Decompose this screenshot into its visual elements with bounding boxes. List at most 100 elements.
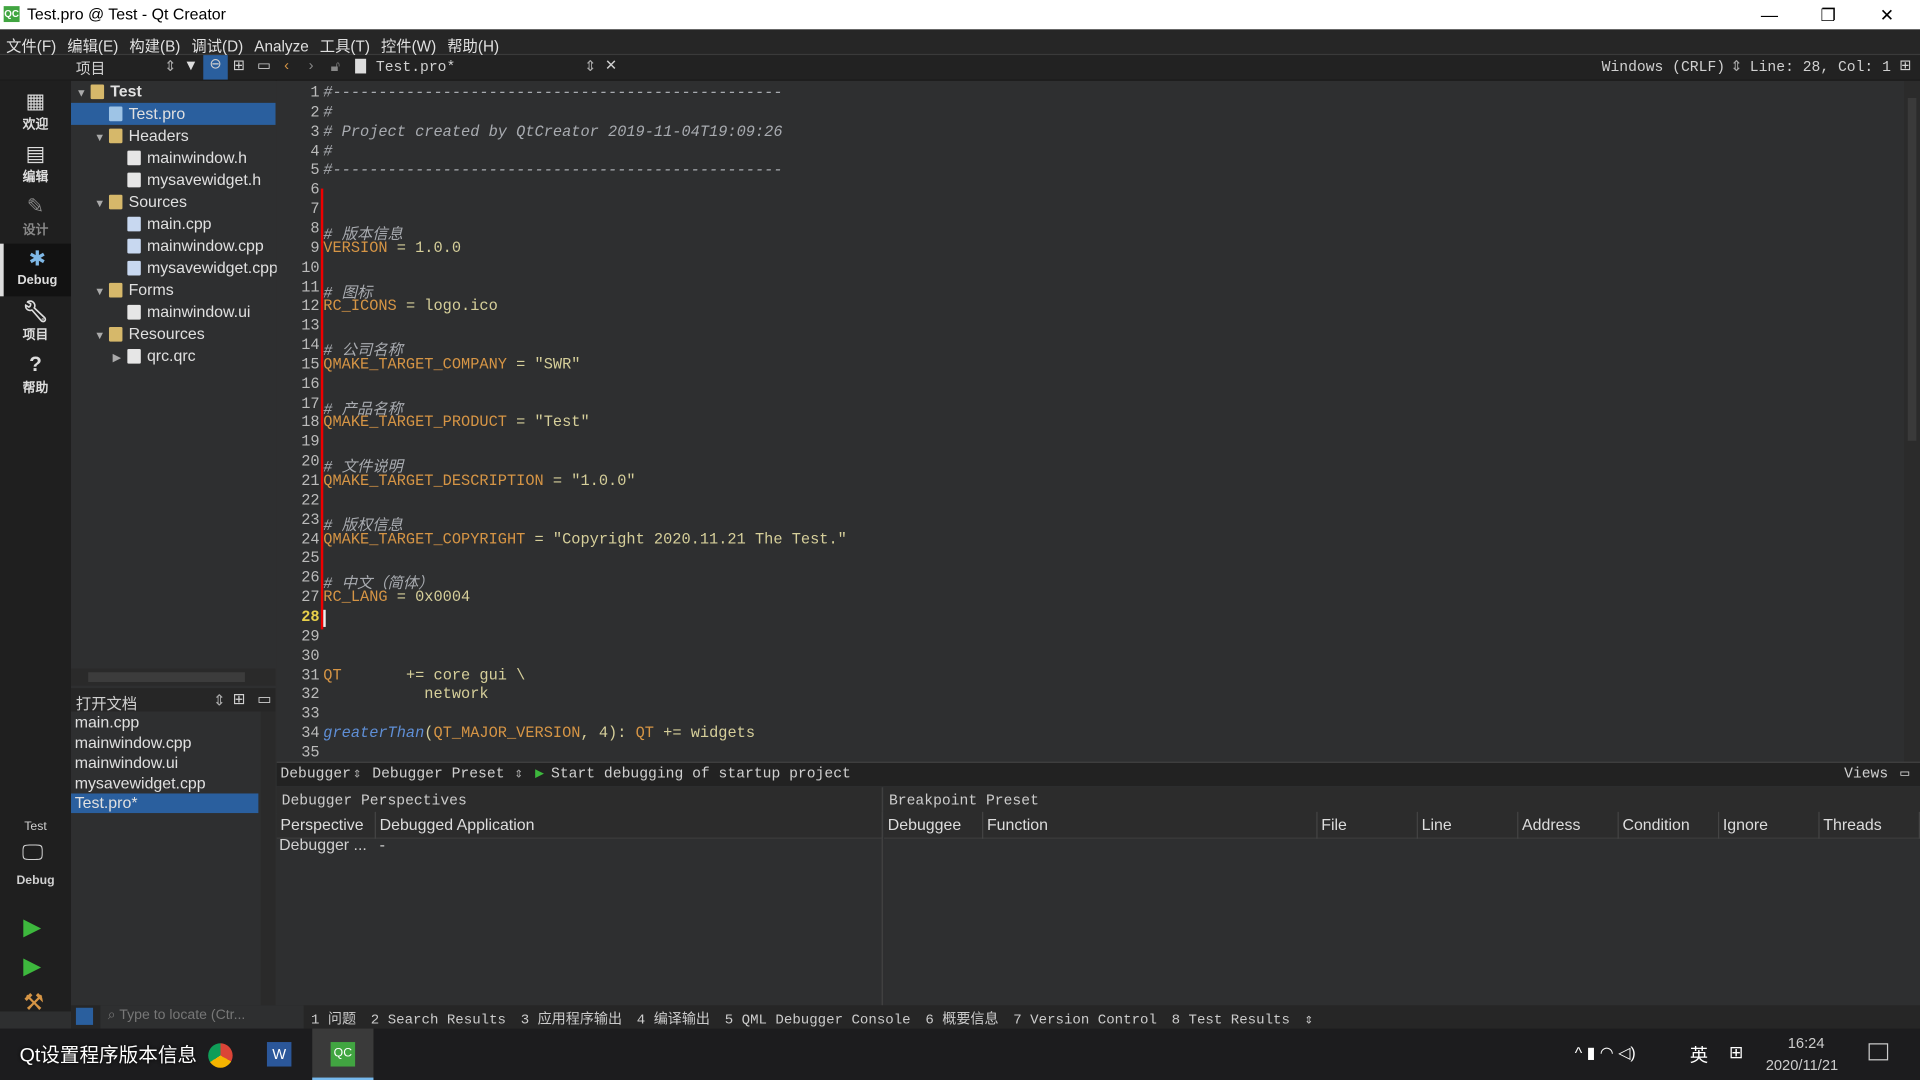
code-line[interactable]: #---------------------------------------… <box>323 162 782 179</box>
code-editor[interactable]: 1 2 3 4 5 6 7 8 9 10 11 12 13 14 15 16 17 18 19 20 21 22 23 24 2… <box>276 80 1920 762</box>
tree-item[interactable]: ▼ Sources <box>71 191 187 213</box>
line-ending-selector[interactable]: Windows (CRLF) <box>1602 59 1725 76</box>
menu-1[interactable]: 编辑(E) <box>61 29 123 56</box>
preset-selector[interactable]: Debugger Preset <box>372 765 504 782</box>
build-icon[interactable]: ⚒ <box>23 989 44 1017</box>
start-debugging-button[interactable]: Start debugging of startup project <box>551 765 851 782</box>
open-file-selector[interactable]: Test.pro* <box>376 59 455 76</box>
cursor-position[interactable]: Line: 28, Col: 1 <box>1750 59 1891 76</box>
mode-wrench[interactable]: 🔧︎ 项目 <box>0 296 71 349</box>
split-icon[interactable]: ⊞ <box>233 689 246 708</box>
code-line[interactable]: QMAKE_TARGET_DESCRIPTION = "1.0.0" <box>323 473 635 490</box>
expand-arrow-icon[interactable]: ▼ <box>94 280 109 302</box>
column-header[interactable]: Debuggee <box>884 811 984 839</box>
column-header[interactable]: File <box>1318 811 1418 839</box>
keyboard-icon[interactable]: ⊞ <box>1729 1042 1743 1063</box>
tree-item[interactable]: mainwindow.cpp <box>71 235 264 257</box>
open-document-item[interactable]: mysavewidget.cpp <box>71 773 258 793</box>
back-icon[interactable]: ‹ <box>284 56 289 73</box>
link-editor-icon[interactable]: ⊖ <box>203 55 228 80</box>
debugged-application-cell[interactable]: - <box>380 835 385 853</box>
file-selector-arrows-icon[interactable]: ⇕ <box>584 58 596 75</box>
word-icon[interactable]: W <box>266 1042 292 1067</box>
code-line[interactable]: # <box>323 104 332 121</box>
views-button[interactable]: Views <box>1844 765 1888 782</box>
selector-arrows-icon[interactable]: ⇕ <box>164 58 176 75</box>
tree-item[interactable]: mainwindow.h <box>71 147 247 169</box>
tree-item[interactable]: Test.pro <box>71 102 276 125</box>
clock-time[interactable]: 16:24 <box>1788 1035 1825 1052</box>
code-line[interactable]: RC_ICONS = logo.ico <box>323 298 498 315</box>
menu-0[interactable]: 文件(F) <box>0 29 61 56</box>
forward-icon[interactable]: › <box>309 56 314 73</box>
mode-bug[interactable]: ✱ Debug <box>0 243 72 297</box>
code-line[interactable]: greaterThan(QT_MAJOR_VERSION, 4): QT += … <box>323 725 755 742</box>
split-icon[interactable]: ⊞ <box>233 56 245 73</box>
menu-6[interactable]: 控件(W) <box>375 29 441 56</box>
editor-vertical-scrollbar[interactable] <box>1904 80 1920 762</box>
tree-item[interactable]: mainwindow.ui <box>71 301 250 323</box>
tree-item[interactable]: ▼ Resources <box>71 323 204 346</box>
code-line[interactable]: QT += core gui \ <box>323 667 525 684</box>
expand-arrow-icon[interactable]: ▶ <box>113 347 128 369</box>
mode-edit[interactable]: ▤ 编辑 <box>0 138 71 191</box>
clock-date[interactable]: 2020/11/21 <box>1766 1057 1838 1074</box>
close-sidebar-icon[interactable]: ▭ <box>257 56 271 73</box>
start-debug-icon[interactable]: ▶ <box>535 764 544 782</box>
menu-4[interactable]: Analyze <box>248 34 313 55</box>
close-document-icon[interactable]: ✕ <box>605 56 617 73</box>
menu-3[interactable]: 调试(D) <box>185 29 248 56</box>
column-header[interactable]: Address <box>1518 811 1619 839</box>
tree-item[interactable]: ▶ qrc.qrc <box>71 345 196 367</box>
line-ending-arrows-icon[interactable]: ⇕ <box>1730 58 1742 75</box>
code-line[interactable]: #---------------------------------------… <box>323 84 782 101</box>
output-tabs-arrows-icon[interactable]: ⇕ <box>1305 1013 1313 1029</box>
code-line[interactable]: QMAKE_TARGET_PRODUCT = "Test" <box>323 414 589 431</box>
output-tab[interactable]: 5 QML Debugger Console <box>725 1013 911 1029</box>
menu-2[interactable]: 构建(B) <box>123 29 185 56</box>
column-header[interactable]: Condition <box>1619 811 1720 839</box>
column-header[interactable]: Threads <box>1820 811 1920 839</box>
code-line[interactable]: RC_LANG = 0x0004 <box>323 589 470 606</box>
code-line[interactable]: QMAKE_TARGET_COMPANY = "SWR" <box>323 356 580 373</box>
code-line[interactable]: # Project created by QtCreator 2019-11-0… <box>323 123 782 140</box>
open-document-item[interactable]: main.cpp <box>71 713 258 733</box>
output-tab[interactable]: 2 Search Results <box>371 1013 506 1029</box>
mode-pencil[interactable]: ✎ 设计 <box>0 191 71 244</box>
arrows-icon[interactable]: ⇕ <box>514 764 523 782</box>
perspective-cell[interactable]: Debugger ... <box>279 835 367 853</box>
qt-creator-taskbar-button[interactable]: QC <box>312 1028 374 1080</box>
expand-arrow-icon[interactable]: ▼ <box>76 82 91 104</box>
tree-item[interactable]: ▼ Test <box>71 81 142 103</box>
ime-indicator[interactable]: 英 <box>1690 1042 1708 1068</box>
expand-arrow-icon[interactable]: ▼ <box>94 126 109 148</box>
output-tab[interactable]: 1 问题 <box>311 1013 356 1029</box>
debug-run-icon[interactable]: ▶ <box>23 953 41 981</box>
output-tab[interactable]: 4 编译输出 <box>637 1013 710 1029</box>
code-line[interactable]: network <box>323 686 488 703</box>
open-document-item[interactable]: Test.pro* <box>71 793 259 814</box>
chrome-icon[interactable] <box>208 1043 233 1068</box>
run-icon[interactable]: ▶ <box>23 913 41 941</box>
tray-icons[interactable]: ^ ▮ ◠ ◁) <box>1575 1043 1636 1063</box>
maximize-button[interactable]: ❐ <box>1800 2 1856 26</box>
close-views-icon[interactable]: ▭ <box>1900 764 1909 782</box>
menu-5[interactable]: 工具(T) <box>314 29 375 56</box>
menu-7[interactable]: 帮助(H) <box>441 29 504 56</box>
notification-icon[interactable] <box>1868 1043 1889 1061</box>
close-pane-icon[interactable]: ▭ <box>257 689 271 708</box>
toggle-sidebar-icon[interactable] <box>75 1007 94 1025</box>
code-line[interactable]: QMAKE_TARGET_COPYRIGHT = "Copyright 2020… <box>323 531 847 548</box>
mode-help[interactable]: ? 帮助 <box>0 349 71 402</box>
output-tab[interactable]: 3 应用程序输出 <box>521 1013 622 1029</box>
expand-arrow-icon[interactable]: ▼ <box>94 324 109 346</box>
open-docs-scrollbar[interactable] <box>260 711 276 1006</box>
minimize-button[interactable]: — <box>1741 2 1797 26</box>
project-view-selector[interactable]: 项目 <box>76 58 105 79</box>
column-header[interactable]: Ignore <box>1719 811 1820 839</box>
output-tab[interactable]: 8 Test Results <box>1172 1013 1290 1029</box>
tree-item[interactable]: mysavewidget.h <box>71 169 261 191</box>
tree-item[interactable]: ▼ Forms <box>71 279 173 302</box>
tree-item[interactable]: ▼ Headers <box>71 125 188 148</box>
column-header[interactable]: Line <box>1418 811 1519 839</box>
